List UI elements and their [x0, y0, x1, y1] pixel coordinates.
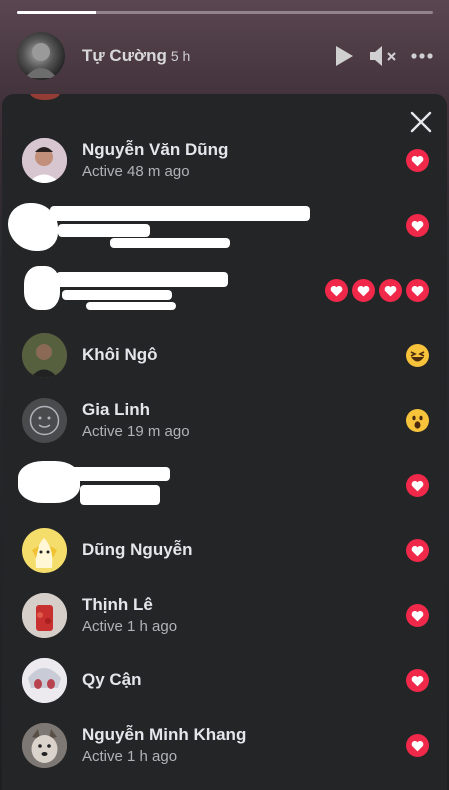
reactions-row	[406, 539, 429, 562]
wow-reaction-icon	[406, 409, 429, 432]
drink-photo-icon	[22, 593, 67, 638]
person-photo-icon	[22, 138, 67, 183]
author-avatar[interactable]	[17, 32, 65, 80]
redacted-name	[60, 467, 170, 481]
banana-avatar-icon	[22, 528, 67, 573]
reactions-row	[406, 474, 429, 497]
dog-photo-icon	[22, 723, 67, 768]
viewer-status: Active 1 h ago	[82, 748, 178, 765]
love-reaction-icon	[406, 149, 429, 172]
reactions-row	[406, 604, 429, 627]
love-reaction-icon	[406, 279, 429, 302]
anime-avatar-icon	[22, 658, 67, 703]
haha-reaction-icon	[406, 344, 429, 367]
redacted-status	[86, 302, 176, 310]
reactions-row	[406, 344, 429, 367]
more-options-button[interactable]	[410, 44, 434, 68]
redacted-status	[80, 485, 160, 505]
love-reaction-icon	[325, 279, 348, 302]
love-reaction-icon	[406, 474, 429, 497]
love-reaction-icon	[406, 669, 429, 692]
viewer-row[interactable]: Dũng Nguyễn	[2, 518, 447, 583]
reactions-row	[406, 669, 429, 692]
mute-button[interactable]	[368, 44, 400, 68]
viewer-row[interactable]: Thịnh Lê Active 1 h ago	[2, 583, 447, 648]
redacted-status	[110, 238, 230, 248]
redacted-name	[50, 206, 310, 221]
story-progress-bar	[17, 11, 433, 14]
viewer-row[interactable]: Qy Cận	[2, 648, 447, 713]
story-header: Tự Cường 5 h	[0, 30, 449, 82]
viewer-status: Active 19 m ago	[82, 423, 190, 440]
viewer-row[interactable]	[2, 193, 447, 258]
viewer-row[interactable]: Khôi Ngô	[2, 323, 447, 388]
viewer-row[interactable]: Gia Linh Active 19 m ago	[2, 388, 447, 453]
love-reaction-icon	[352, 279, 375, 302]
redacted-name	[56, 272, 228, 287]
reactions-row	[406, 214, 429, 237]
viewer-name: Khôi Ngô	[82, 345, 158, 364]
viewer-name: Nguyễn Minh Khang	[82, 725, 247, 744]
play-button[interactable]	[332, 44, 356, 68]
viewer-status: Active 48 m ago	[82, 163, 190, 180]
story-time: 5 h	[170, 48, 191, 64]
love-reaction-icon	[406, 604, 429, 627]
love-reaction-icon	[406, 539, 429, 562]
love-reaction-icon	[379, 279, 402, 302]
partial-avatar	[30, 94, 60, 100]
person-photo-icon	[22, 333, 67, 378]
love-reaction-icon	[406, 734, 429, 757]
redacted-status	[62, 290, 172, 300]
author-name[interactable]: Tự Cường 5 h	[82, 46, 190, 66]
viewer-name: Nguyễn Văn Dũng	[82, 140, 229, 159]
viewer-name: Qy Cận	[82, 670, 142, 689]
viewer-row[interactable]: Nguyễn Minh Khang Active 1 h ago	[2, 713, 447, 778]
viewer-name: Gia Linh	[82, 400, 150, 419]
viewer-row[interactable]: Nguyễn Văn Dũng Active 48 m ago	[2, 128, 447, 193]
play-icon	[336, 46, 353, 66]
love-reaction-icon	[406, 214, 429, 237]
viewer-name: Dũng Nguyễn	[82, 540, 193, 559]
default-avatar-icon	[22, 398, 67, 443]
viewers-sheet: Nguyễn Văn Dũng Active 48 m ago Khôi Ngô…	[2, 94, 447, 790]
story-progress-fill	[17, 11, 97, 14]
reactions-row	[406, 734, 429, 757]
viewer-row[interactable]	[2, 258, 447, 323]
viewer-row[interactable]	[2, 453, 447, 518]
speaker-muted-icon	[370, 46, 396, 66]
reactions-row	[325, 279, 429, 302]
author-name-text[interactable]: Tự Cường	[82, 46, 167, 65]
redacted-status	[58, 224, 150, 237]
reactions-row	[406, 409, 429, 432]
reactions-row	[406, 149, 429, 172]
redacted-avatar	[24, 266, 60, 310]
viewer-name: Thịnh Lê	[82, 595, 153, 614]
viewer-status: Active 1 h ago	[82, 618, 178, 635]
more-dots-icon	[411, 53, 433, 59]
